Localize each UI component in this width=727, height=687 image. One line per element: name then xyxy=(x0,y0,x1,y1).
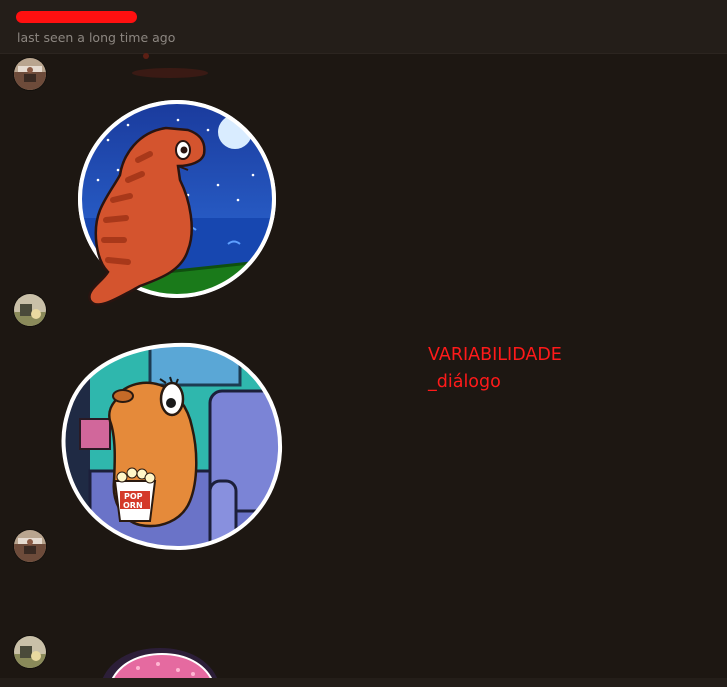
annotation-line-2: _diálogo xyxy=(428,372,501,392)
contact-status: last seen a long time ago xyxy=(17,30,176,45)
annotation-line-1: VARIABILIDADE xyxy=(428,345,562,365)
composer-bar[interactable] xyxy=(0,678,727,687)
sticker-fragment[interactable] xyxy=(130,53,210,85)
sticker-capybara[interactable]: POP ORN xyxy=(60,341,284,555)
avatar-contact[interactable] xyxy=(14,58,46,90)
avatar-self[interactable] xyxy=(14,294,46,326)
svg-text:ORN: ORN xyxy=(123,501,143,510)
chat-header[interactable]: last seen a long time ago xyxy=(0,0,727,54)
avatar-self-2[interactable] xyxy=(14,636,46,668)
svg-text:POP: POP xyxy=(124,492,143,501)
annotation-label: VARIABILIDADE _diálogo xyxy=(428,342,562,396)
avatar-contact-2[interactable] xyxy=(14,530,46,562)
contact-name-redacted xyxy=(16,11,137,23)
sticker-dinosaur[interactable] xyxy=(78,100,278,319)
